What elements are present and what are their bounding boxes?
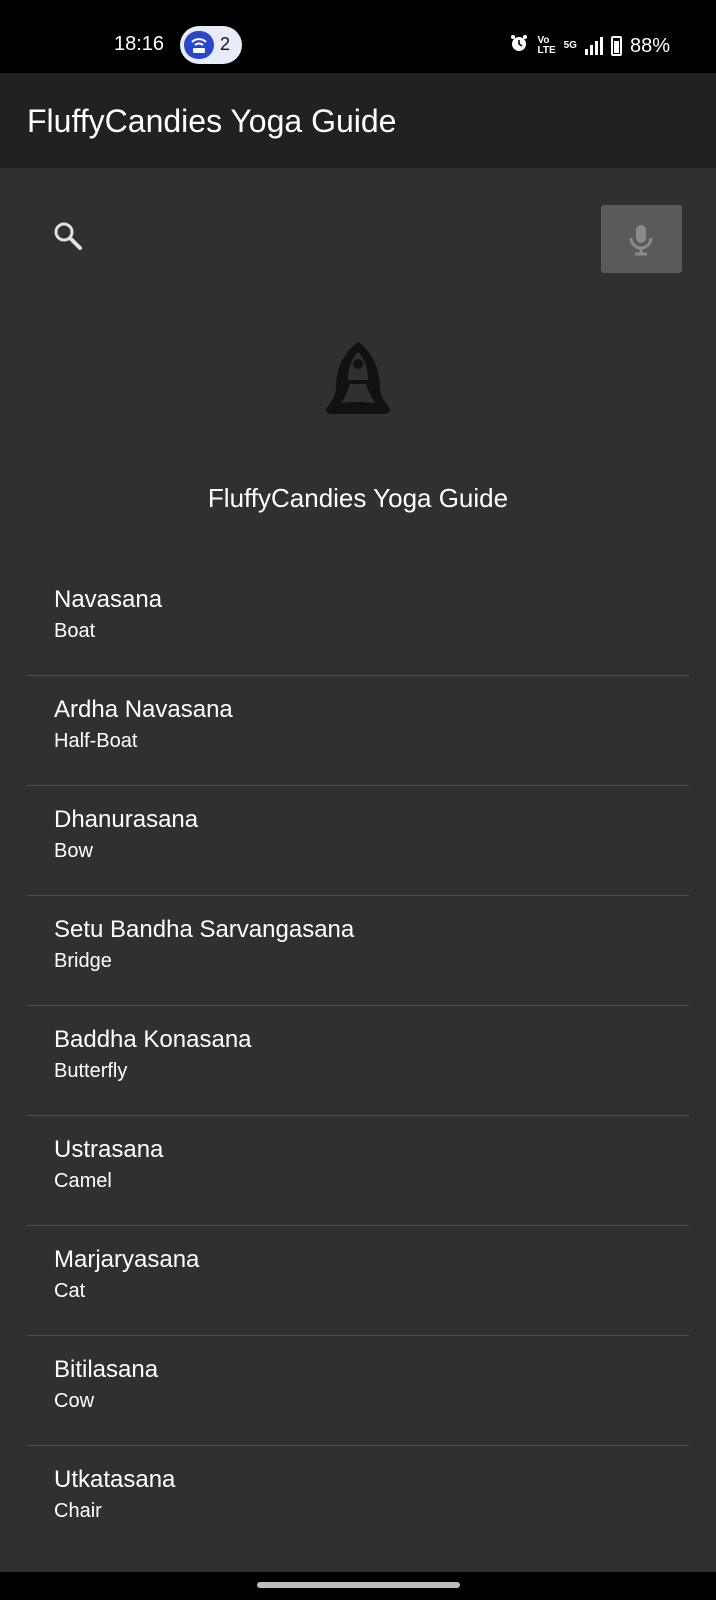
home-gesture-handle[interactable] bbox=[257, 1582, 460, 1588]
alarm-icon bbox=[509, 33, 529, 59]
pose-common-name: Cow bbox=[54, 1390, 95, 1412]
notification-count: 2 bbox=[220, 34, 231, 54]
meditation-logo-icon bbox=[322, 338, 394, 420]
pose-list-item[interactable]: Setu Bandha Sarvangasana Bridge bbox=[27, 896, 689, 1006]
pose-list-item[interactable]: Marjaryasana Cat bbox=[27, 1226, 689, 1336]
status-bar: 18:16 2 Vo LTE 5G 88% bbox=[0, 0, 716, 73]
pose-common-name: Boat bbox=[54, 620, 96, 642]
pose-list: Navasana Boat Ardha Navasana Half-Boat D… bbox=[27, 566, 689, 1556]
pose-name: Marjaryasana bbox=[54, 1246, 200, 1273]
search-icon[interactable] bbox=[50, 218, 86, 254]
navigation-bar bbox=[0, 1572, 716, 1600]
battery-icon bbox=[610, 36, 622, 56]
pose-common-name: Butterfly bbox=[54, 1060, 128, 1082]
network-type: 5G bbox=[563, 40, 577, 51]
pose-name: Ardha Navasana bbox=[54, 696, 233, 723]
voice-search-button[interactable] bbox=[601, 205, 682, 273]
app-bar: FluffyCandies Yoga Guide bbox=[0, 73, 716, 168]
pose-common-name: Camel bbox=[54, 1170, 112, 1192]
signal-icon bbox=[584, 37, 603, 55]
pose-name: Utkatasana bbox=[54, 1466, 176, 1493]
pose-list-item[interactable]: Navasana Boat bbox=[27, 566, 689, 676]
pose-name: Baddha Konasana bbox=[54, 1026, 252, 1053]
pose-name: Setu Bandha Sarvangasana bbox=[54, 916, 355, 943]
battery-percent: 88% bbox=[629, 34, 670, 57]
pose-common-name: Cat bbox=[54, 1280, 86, 1302]
pose-common-name: Bridge bbox=[54, 950, 112, 972]
status-icons: Vo LTE 5G 88% bbox=[509, 33, 670, 59]
pose-list-item[interactable]: Baddha Konasana Butterfly bbox=[27, 1006, 689, 1116]
pose-name: Dhanurasana bbox=[54, 806, 199, 833]
status-time: 18:16 bbox=[114, 33, 165, 55]
notification-pill[interactable]: 2 bbox=[180, 26, 242, 64]
pose-list-item[interactable]: Ardha Navasana Half-Boat bbox=[27, 676, 689, 786]
pose-common-name: Bow bbox=[54, 840, 93, 862]
pose-common-name: Chair bbox=[54, 1500, 102, 1522]
pose-name: Navasana bbox=[54, 586, 163, 613]
pose-list-item[interactable]: Bitilasana Cow bbox=[27, 1336, 689, 1446]
pose-list-item[interactable]: Dhanurasana Bow bbox=[27, 786, 689, 896]
app-title: FluffyCandies Yoga Guide bbox=[27, 103, 397, 139]
mic-icon bbox=[629, 225, 653, 256]
volte-bottom: LTE bbox=[537, 45, 556, 56]
pose-name: Bitilasana bbox=[54, 1356, 159, 1383]
pose-list-item[interactable]: Ustrasana Camel bbox=[27, 1116, 689, 1226]
volte-indicator: Vo LTE bbox=[537, 36, 555, 56]
header-subtitle: FluffyCandies Yoga Guide bbox=[207, 483, 509, 513]
pose-list-item[interactable]: Utkatasana Chair bbox=[27, 1446, 689, 1556]
wifi-hotspot-icon bbox=[184, 31, 214, 59]
app-screen: 18:16 2 Vo LTE 5G 88% FluffyCandies Yoga… bbox=[0, 0, 716, 1600]
pose-name: Ustrasana bbox=[54, 1136, 164, 1163]
pose-common-name: Half-Boat bbox=[54, 730, 138, 752]
